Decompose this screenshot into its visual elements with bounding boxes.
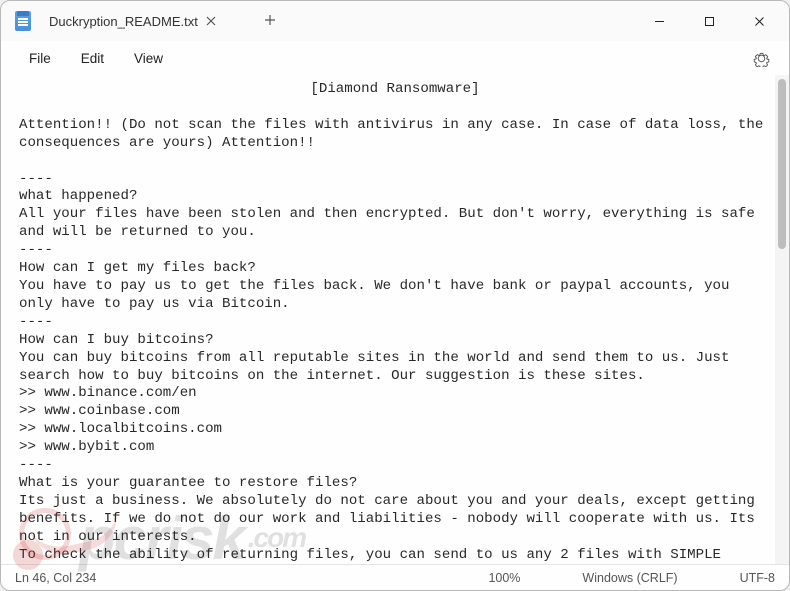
doc-separator: ---- — [19, 171, 53, 187]
minimize-button[interactable] — [637, 6, 681, 36]
new-tab-button[interactable] — [252, 7, 288, 35]
menu-file[interactable]: File — [15, 46, 65, 71]
doc-site: >> www.bybit.com — [19, 439, 154, 455]
window-controls — [637, 6, 789, 36]
status-charset: UTF-8 — [740, 571, 775, 585]
statusbar: Ln 46, Col 234 100% Windows (CRLF) UTF-8 — [1, 564, 789, 590]
doc-question: What is your guarantee to restore files? — [19, 475, 357, 491]
gear-icon — [753, 50, 770, 67]
vertical-scrollbar[interactable] — [775, 75, 789, 564]
menubar: File Edit View — [1, 41, 789, 75]
doc-question: How can I get my files back? — [19, 260, 256, 276]
doc-site: >> www.coinbase.com — [19, 403, 180, 419]
doc-answer: All your files have been stolen and then… — [19, 206, 763, 240]
menu-edit[interactable]: Edit — [67, 46, 118, 71]
settings-button[interactable] — [747, 44, 775, 72]
doc-answer: To check the ability of returning files,… — [19, 547, 763, 564]
document-tab[interactable]: Duckryption_README.txt — [49, 14, 198, 29]
doc-question: How can I buy bitcoins? — [19, 332, 214, 348]
titlebar: Duckryption_README.txt — [1, 1, 789, 41]
maximize-button[interactable] — [687, 6, 731, 36]
menu-view[interactable]: View — [120, 46, 177, 71]
status-encoding: Windows (CRLF) — [582, 571, 677, 585]
doc-answer: You can buy bitcoins from all reputable … — [19, 350, 738, 384]
notepad-app-icon — [15, 11, 31, 31]
doc-paragraph: Attention!! (Do not scan the files with … — [19, 117, 772, 151]
doc-question: what happened? — [19, 188, 137, 204]
status-position: Ln 46, Col 234 — [15, 571, 488, 585]
close-window-button[interactable] — [737, 6, 781, 36]
doc-header: [Diamond Ransomware] — [19, 81, 771, 99]
doc-site: >> www.binance.com/en — [19, 385, 197, 401]
tab-title: Duckryption_README.txt — [49, 14, 198, 29]
content-area: [Diamond Ransomware] Attention!! (Do not… — [1, 75, 789, 564]
doc-separator: ---- — [19, 242, 53, 258]
notepad-window: Duckryption_README.txt File Edit — [0, 0, 790, 591]
doc-separator: ---- — [19, 314, 53, 330]
tab-area: Duckryption_README.txt — [1, 7, 637, 35]
doc-separator: ---- — [19, 457, 53, 473]
tab-close-button[interactable] — [198, 9, 224, 34]
doc-site: >> www.localbitcoins.com — [19, 421, 222, 437]
scroll-thumb[interactable] — [778, 79, 786, 249]
status-zoom: 100% — [488, 571, 520, 585]
text-editor[interactable]: [Diamond Ransomware] Attention!! (Do not… — [1, 75, 775, 564]
menus: File Edit View — [15, 46, 177, 71]
doc-answer: You have to pay us to get the files back… — [19, 278, 738, 312]
doc-answer: Its just a business. We absolutely do no… — [19, 493, 763, 545]
